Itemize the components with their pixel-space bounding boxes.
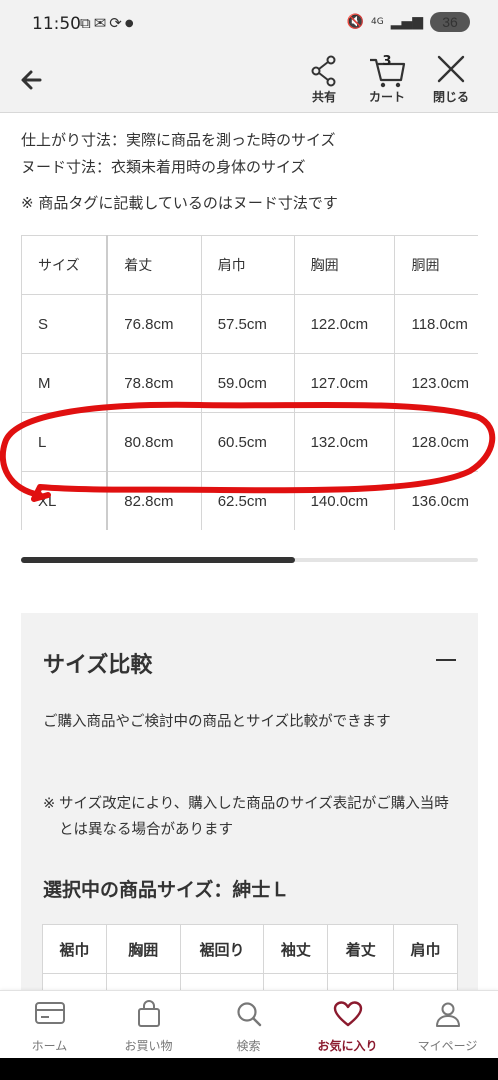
header-length: 着丈 [106,235,202,295]
table-row: L 80.8cm 60.5cm 132.0cm 128.0cm [21,412,478,472]
dot-icon: ● [124,17,134,29]
share-icon [311,55,336,87]
size-table-header-row: サイズ 着丈 肩巾 胸囲 胴囲 [21,235,478,295]
finished-size-note: 仕上がり寸法：実際に商品を測った時のサイズ [21,131,336,149]
cart-button[interactable]: 3 カート [357,54,417,110]
length-cell: 82.8cm [106,471,202,530]
compare-header-length: 着丈 [327,924,395,974]
nav-label-mypage: マイページ [417,1039,478,1053]
nav-item-home[interactable]: ホーム [0,991,99,1059]
compare-header-hem-width: 裾巾 [42,924,107,974]
table-scroll-thumb[interactable] [21,557,295,563]
header-shoulder: 肩巾 [200,235,295,295]
length-cell: 76.8cm [106,294,202,354]
size-cell: XL [21,471,109,530]
mail-icon: ✉ [93,14,107,32]
screenshot-icon: ⧉ [80,14,91,32]
chest-cell: 140.0cm [293,471,396,530]
compare-description: ご購入商品やご検討中の商品とサイズ比較ができます [43,714,391,730]
card-icon [34,1002,65,1024]
chest-cell: 127.0cm [293,353,396,413]
nav-label-favorites: お気に入り [317,1039,378,1053]
table-row: M 78.8cm 59.0cm 127.0cm 123.0cm [21,353,478,413]
signal-icon: ▂▄▆ [390,14,423,30]
nav-label-home: ホーム [31,1039,68,1053]
table-row: S 76.8cm 57.5cm 122.0cm 118.0cm [21,294,478,354]
nav-label-shopping: お買い物 [124,1039,173,1053]
close-button[interactable]: 閉じる [421,54,481,110]
header-chest: 胸囲 [293,235,396,295]
compare-note: ※ サイズ改定により、購入した商品のサイズ表記がご購入当時とは異なる場合がありま… [43,791,463,843]
share-button[interactable]: 共有 [294,54,354,110]
waist-cell: 136.0cm [394,471,478,530]
nav-item-favorites[interactable]: お気に入り [298,991,397,1059]
compare-header-sleeve: 袖丈 [263,924,329,974]
size-table: サイズ 着丈 肩巾 胸囲 胴囲 S 76.8cm 57.5cm 122.0cm … [21,235,478,530]
nav-item-shopping[interactable]: お買い物 [99,991,198,1059]
mute-icon: 🔇 [346,14,364,30]
note-mark: ※ [43,796,56,812]
network-label: 4G [370,17,384,27]
compare-header-chest: 胸囲 [105,924,181,974]
header-size: サイズ [21,235,109,295]
waist-cell: 128.0cm [394,412,478,472]
waist-cell: 118.0cm [394,294,478,354]
compare-title: サイズ比較 [43,653,153,678]
compare-header-row: 裾巾 胸囲 裾回り 袖丈 着丈 肩巾 [42,924,458,974]
nav-item-mypage[interactable]: マイページ [398,991,497,1059]
compare-header-hem-circ: 裾回り [179,924,265,974]
size-cell: S [21,294,109,354]
size-definition-notes: 仕上がり寸法：実際に商品を測った時のサイズ ヌード寸法：衣類未着用時の身体のサイ… [21,127,336,181]
heart-icon [333,1001,362,1027]
search-icon [236,1002,261,1027]
selected-size-heading: 選択中の商品サイズ：紳士Ｌ [43,879,290,901]
nude-size-note: ヌード寸法：衣類未着用時の身体のサイズ [21,158,306,176]
bottom-nav: ホーム お買い物 検索 お気に入り マイページ [0,990,498,1058]
share-label: 共有 [311,90,336,104]
size-table-scroll[interactable]: サイズ 着丈 肩巾 胸囲 胴囲 S 76.8cm 57.5cm 122.0cm … [21,235,478,530]
shoulder-cell: 62.5cm [200,471,295,530]
shoulder-cell: 60.5cm [200,412,295,472]
bag-icon [137,1000,160,1027]
chest-cell: 122.0cm [293,294,396,354]
close-label: 閉じる [432,90,469,104]
app-header: 共有 3 カート 閉じる [0,50,498,113]
back-button[interactable] [16,62,52,98]
size-cell: M [21,353,109,413]
compare-header-shoulder: 肩巾 [393,924,458,974]
system-gesture-bar [0,1058,498,1080]
compare-note-text: サイズ改定により、購入した商品のサイズ表記がご購入当時とは異なる場合があります [59,796,449,838]
battery-indicator: 36 [430,12,470,32]
status-system-icons: 🔇 4G ▂▄▆ 36 [347,12,470,32]
close-icon [437,55,465,83]
nav-label-search: 検索 [236,1039,261,1053]
length-cell: 80.8cm [106,412,202,472]
table-row: XL 82.8cm 62.5cm 140.0cm 136.0cm [21,471,478,530]
cart-label: カート [368,90,405,104]
sync-icon: ⟳ [109,14,122,32]
status-bar: 11:50 ⧉ ✉ ⟳ ● 🔇 4G ▂▄▆ 36 [0,0,498,50]
length-cell: 78.8cm [106,353,202,413]
shoulder-cell: 57.5cm [200,294,295,354]
tag-note: ※ 商品タグに記載しているのはヌード寸法です [21,194,338,212]
back-arrow-icon [21,70,42,90]
size-cell: L [21,412,109,472]
chest-cell: 132.0cm [293,412,396,472]
waist-cell: 123.0cm [394,353,478,413]
size-compare-panel: サイズ比較 ご購入商品やご検討中の商品とサイズ比較ができます ※ サイズ改定によ… [21,613,478,1033]
person-icon [435,1002,460,1027]
header-waist: 胴囲 [394,235,478,295]
shoulder-cell: 59.0cm [200,353,295,413]
collapse-button[interactable] [436,651,458,671]
cart-count-badge: 3 [382,54,392,69]
status-time: 11:50 [32,14,81,34]
status-notification-icons: ⧉ ✉ ⟳ ● [80,14,134,32]
nav-item-search[interactable]: 検索 [199,991,298,1059]
